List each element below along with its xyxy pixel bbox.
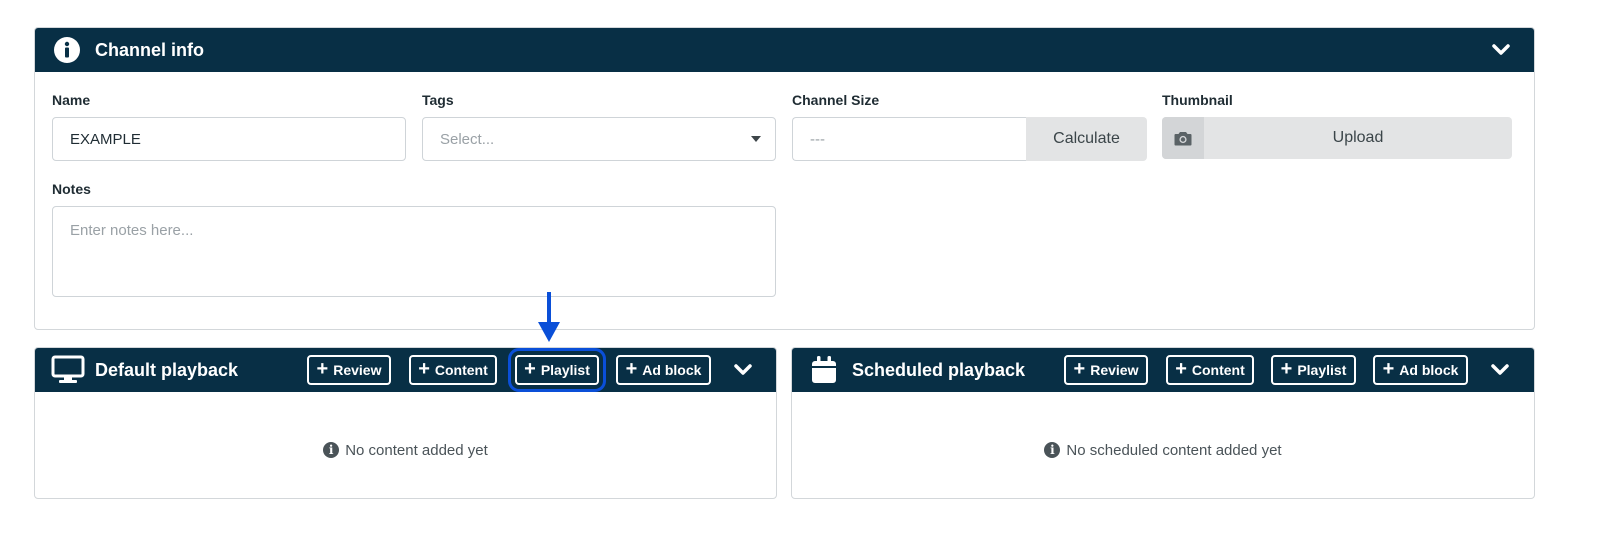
- default-add-playlist-label: Playlist: [540, 362, 590, 378]
- caret-down-icon: [751, 136, 761, 142]
- scheduled-add-playlist-button[interactable]: + Playlist: [1271, 355, 1356, 385]
- plus-icon: +: [418, 358, 430, 380]
- default-add-ad-block-button[interactable]: + Ad block: [616, 355, 711, 385]
- info-icon: i: [323, 442, 340, 458]
- notes-placeholder: Enter notes here...: [70, 222, 194, 239]
- default-playback-header: Default playback + Review + Content + Pl…: [35, 348, 776, 392]
- default-add-review-button[interactable]: + Review: [307, 355, 391, 385]
- scheduled-add-playlist-label: Playlist: [1297, 362, 1347, 378]
- default-playback-title: Default playback: [95, 360, 239, 380]
- scheduled-playback-panel: Scheduled playback + Review + Content + …: [791, 347, 1535, 499]
- channel-size-value: ---: [810, 130, 825, 148]
- default-add-ad-block-label: Ad block: [642, 362, 702, 378]
- default-add-content-label: Content: [434, 362, 488, 378]
- annotation-arrow: [538, 292, 560, 342]
- name-value: EXAMPLE: [70, 130, 141, 148]
- plus-icon: +: [1073, 358, 1086, 380]
- channel-info-panel: Channel info Name EXAMPLE Tags Select...…: [34, 27, 1535, 330]
- scheduled-add-review-button[interactable]: + Review: [1064, 355, 1148, 385]
- tags-select[interactable]: Select...: [422, 117, 776, 161]
- chevron-down-icon[interactable]: [1489, 28, 1513, 72]
- default-empty-message: i No content added yet: [35, 440, 776, 460]
- channel-size-field: ---: [792, 117, 1028, 161]
- channel-size-label: Channel Size: [792, 92, 880, 108]
- scheduled-add-review-label: Review: [1090, 362, 1139, 378]
- scheduled-empty-text: No scheduled content added yet: [1066, 441, 1282, 459]
- scheduled-empty-message: i No scheduled content added yet: [792, 440, 1534, 460]
- name-label: Name: [52, 92, 91, 108]
- upload-label: Upload: [1332, 129, 1384, 146]
- scheduled-add-content-button[interactable]: + Content: [1166, 355, 1254, 385]
- scheduled-add-ad-block-button[interactable]: + Ad block: [1373, 355, 1468, 385]
- plus-icon: +: [316, 358, 329, 380]
- notes-label: Notes: [52, 181, 91, 197]
- default-playback-panel: Default playback + Review + Content + Pl…: [34, 347, 777, 499]
- default-add-content-button[interactable]: + Content: [409, 355, 497, 385]
- plus-icon: +: [1175, 358, 1187, 380]
- scheduled-add-ad-block-label: Ad block: [1399, 362, 1459, 378]
- info-icon: i: [1044, 442, 1061, 458]
- default-add-review-label: Review: [333, 362, 382, 378]
- thumbnail-label: Thumbnail: [1162, 92, 1233, 108]
- scheduled-add-content-label: Content: [1191, 362, 1245, 378]
- plus-icon: +: [1382, 358, 1395, 380]
- scheduled-playback-title: Scheduled playback: [852, 360, 1026, 380]
- default-add-playlist-button[interactable]: + Playlist: [508, 348, 606, 392]
- camera-icon: [1162, 117, 1204, 159]
- chevron-down-icon[interactable]: [731, 348, 755, 392]
- channel-info-title: Channel info: [95, 40, 204, 60]
- channel-info-header[interactable]: Channel info: [35, 28, 1534, 72]
- tags-placeholder: Select...: [440, 130, 495, 148]
- thumbnail-upload-button[interactable]: Upload: [1162, 117, 1512, 159]
- plus-icon: +: [524, 358, 536, 380]
- calendar-icon: [811, 348, 837, 392]
- calculate-button[interactable]: Calculate: [1026, 117, 1147, 161]
- chevron-down-icon[interactable]: [1488, 348, 1512, 392]
- name-field[interactable]: EXAMPLE: [52, 117, 406, 161]
- default-empty-text: No content added yet: [345, 441, 488, 459]
- tags-label: Tags: [422, 92, 454, 108]
- notes-textarea[interactable]: Enter notes here...: [52, 206, 776, 297]
- scheduled-playback-header: Scheduled playback + Review + Content + …: [792, 348, 1534, 392]
- plus-icon: +: [625, 358, 638, 380]
- plus-icon: +: [1280, 358, 1293, 380]
- info-circle-icon: [53, 28, 81, 72]
- monitor-icon: [51, 348, 85, 392]
